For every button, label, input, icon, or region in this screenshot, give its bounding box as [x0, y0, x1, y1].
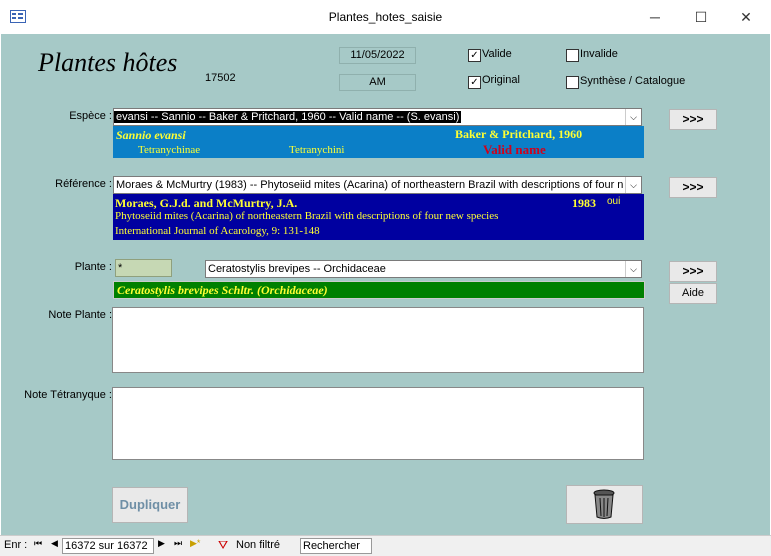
- note-tetranyque-label: Note Tétranyque :: [24, 389, 112, 401]
- reference-detail-panel: Moraes, G.J.d. and McMurtry, J.A. 1983 o…: [113, 194, 644, 240]
- aide-button[interactable]: Aide: [669, 283, 717, 304]
- plante-label: Plante :: [74, 261, 112, 273]
- reference-combo[interactable]: Moraes & McMurtry (1983) -- Phytoseiid m…: [113, 176, 642, 194]
- plante-goto-button[interactable]: >>>: [669, 261, 717, 282]
- reference-journal: International Journal of Acarology, 9: 1…: [115, 225, 320, 237]
- session-field[interactable]: AM: [339, 74, 416, 91]
- maximize-button[interactable]: ☐: [686, 4, 716, 30]
- new-record-button[interactable]: ▶*: [190, 538, 200, 549]
- plante-code-field[interactable]: *: [115, 259, 172, 277]
- espece-detail-panel: Sannio evansi Baker & Pritchard, 1960 Te…: [113, 126, 644, 158]
- plante-combo[interactable]: Ceratostylis brevipes -- Orchidaceae ⌵: [205, 260, 642, 278]
- reference-year: 1983: [572, 196, 596, 210]
- date-field[interactable]: 11/05/2022: [339, 47, 416, 64]
- note-plante-label: Note Plante :: [48, 309, 112, 321]
- espece-tribe: Tetranychini: [289, 144, 345, 156]
- form-title: Plantes hôtes: [38, 48, 178, 77]
- valide-label: Valide: [482, 48, 512, 60]
- chevron-down-icon[interactable]: ⌵: [625, 177, 641, 193]
- original-label: Original: [482, 74, 520, 86]
- delete-button[interactable]: [566, 485, 643, 524]
- espece-combo-value: evansi -- Sannio -- Baker & Pritchard, 1…: [114, 111, 462, 123]
- espece-status: Valid name: [483, 142, 546, 157]
- synthese-label: Synthèse / Catalogue: [580, 75, 686, 87]
- espece-name: Sannio evansi: [116, 128, 186, 142]
- espece-subfamily: Tetranychinae: [138, 144, 201, 156]
- original-checkbox[interactable]: ✓: [468, 76, 481, 89]
- espece-combo[interactable]: evansi -- Sannio -- Baker & Pritchard, 1…: [113, 108, 642, 126]
- last-record-button[interactable]: ⏭: [174, 538, 182, 549]
- chevron-down-icon[interactable]: ⌵: [625, 261, 641, 277]
- first-record-button[interactable]: ⏮: [34, 538, 42, 549]
- plante-fullname: Ceratostylis brevipes Schltr. (Orchidace…: [113, 281, 645, 299]
- next-record-button[interactable]: ▶: [158, 538, 165, 549]
- espece-label: Espèce :: [69, 110, 112, 122]
- minimize-button[interactable]: ─: [640, 4, 670, 30]
- reference-label: Référence :: [55, 178, 112, 190]
- espece-author: Baker & Pritchard, 1960: [455, 127, 583, 141]
- filter-icon: ⛛: [218, 538, 229, 552]
- reference-goto-button[interactable]: >>>: [669, 177, 717, 198]
- window-titlebar: Plantes_hotes_saisie ─ ☐ ✕: [0, 0, 771, 34]
- enr-label: Enr :: [4, 539, 28, 551]
- valide-checkbox[interactable]: ✓: [468, 49, 481, 62]
- reference-title: Phytoseiid mites (Acarina) of northeaste…: [115, 210, 499, 222]
- plante-combo-value: Ceratostylis brevipes -- Orchidaceae: [208, 263, 386, 275]
- trash-icon: [593, 489, 615, 519]
- prev-record-button[interactable]: ◀: [51, 538, 58, 549]
- close-button[interactable]: ✕: [731, 4, 761, 30]
- invalide-checkbox[interactable]: [566, 49, 579, 62]
- espece-goto-button[interactable]: >>>: [669, 109, 717, 130]
- synthese-checkbox[interactable]: [566, 76, 579, 89]
- record-position-field[interactable]: 16372 sur 16372: [62, 538, 154, 554]
- dupliquer-button[interactable]: Dupliquer: [112, 487, 188, 523]
- filter-status[interactable]: Non filtré: [236, 539, 280, 551]
- record-navigator: Enr : ⏮ ◀ 16372 sur 16372 ▶ ⏭ ▶* ⛛ Non f…: [0, 535, 771, 556]
- record-id: 17502: [205, 72, 236, 84]
- note-plante-textarea[interactable]: [112, 307, 644, 373]
- note-tetranyque-textarea[interactable]: [112, 387, 644, 460]
- invalide-label: Invalide: [580, 48, 618, 60]
- chevron-down-icon[interactable]: ⌵: [625, 109, 641, 125]
- reference-authors: Moraes, G.J.d. and McMurtry, J.A.: [115, 196, 298, 210]
- reference-oui: oui: [607, 196, 621, 207]
- reference-combo-value: Moraes & McMurtry (1983) -- Phytoseiid m…: [116, 179, 624, 191]
- search-input[interactable]: Rechercher: [300, 538, 372, 554]
